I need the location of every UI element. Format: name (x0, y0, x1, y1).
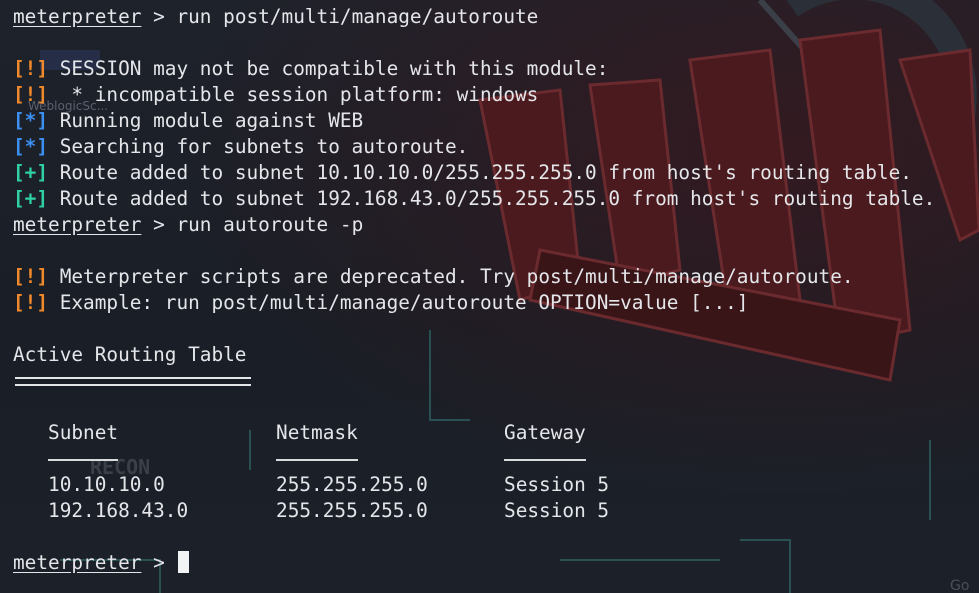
blank-line (13, 524, 935, 550)
info-message: [*] Searching for subnets to autoroute. (13, 134, 935, 160)
column-header: Netmask (276, 421, 358, 444)
good-message: [+] Route added to subnet 10.10.10.0/255… (13, 160, 935, 186)
prompt: meterpreter (13, 5, 142, 28)
column-underline-cell (276, 446, 504, 472)
terminal-window[interactable]: WeblogicSc... RECON Go meterpreter > run… (0, 0, 979, 593)
routing-table-title-underline (13, 368, 935, 394)
good-message: [+] Route added to subnet 192.168.43.0/2… (13, 186, 935, 212)
table-cell: 10.10.10.0 (48, 473, 165, 496)
command-line: meterpreter > run autoroute -p (13, 212, 935, 238)
blank-line (13, 30, 935, 56)
column-underline (48, 458, 119, 461)
double-underline (15, 377, 251, 386)
column-header: Gateway (504, 421, 586, 444)
routing-table-header: Subnet Netmask Gateway (13, 420, 935, 446)
good-tag: [+] (13, 187, 49, 210)
column-underline-cell (504, 446, 586, 472)
message-text: Searching for subnets to autoroute. (48, 135, 469, 158)
column-header: Subnet (48, 421, 119, 444)
warn-message: [!] SESSION may not be compatible with t… (13, 56, 935, 82)
message-text: Route added to subnet 10.10.10.0/255.255… (48, 161, 912, 184)
warn-tag: [!] (13, 57, 49, 80)
prompt-separator: > (141, 551, 177, 574)
table-cell: 255.255.255.0 (276, 499, 428, 522)
message-text: Route added to subnet 192.168.43.0/255.2… (48, 187, 936, 210)
routing-table-heading: Active Routing Table (13, 343, 247, 366)
warn-tag: [!] (13, 265, 49, 288)
warn-tag: [!] (13, 83, 49, 106)
routing-table-title: Active Routing Table (13, 342, 935, 368)
info-tag: [*] (13, 109, 49, 132)
command-text: run post/multi/manage/autoroute (176, 5, 539, 28)
table-cell: Session 5 (504, 499, 610, 522)
column-underline-cell (48, 446, 276, 472)
command-text: run autoroute -p (176, 213, 364, 236)
blank-line (13, 394, 935, 420)
text-cursor[interactable] (178, 551, 190, 573)
warn-message: [!] * incompatible session platform: win… (13, 82, 935, 108)
good-tag: [+] (13, 161, 49, 184)
table-row: 10.10.10.0 255.255.255.0 Session 5 (13, 472, 935, 498)
final-prompt-line: meterpreter > (13, 550, 935, 576)
blank-line (13, 238, 935, 264)
table-cell: 255.255.255.0 (276, 473, 428, 496)
terminal-output[interactable]: meterpreter > run post/multi/manage/auto… (13, 4, 935, 576)
warn-message: [!] Example: run post/multi/manage/autor… (13, 290, 935, 316)
message-text: Meterpreter scripts are deprecated. Try … (48, 265, 854, 288)
message-text: Running module against WEB (48, 109, 364, 132)
table-cell: 192.168.43.0 (48, 499, 189, 522)
prompt: meterpreter (13, 551, 142, 574)
table-cell: Session 5 (504, 473, 610, 496)
prompt-separator: > (141, 213, 177, 236)
info-message: [*] Running module against WEB (13, 108, 935, 134)
message-text: SESSION may not be compatible with this … (48, 57, 609, 80)
message-text: Example: run post/multi/manage/autoroute… (48, 291, 749, 314)
blank-line (13, 316, 935, 342)
info-tag: [*] (13, 135, 49, 158)
message-text: * incompatible session platform: windows (48, 83, 539, 106)
prompt-separator: > (141, 5, 177, 28)
wallpaper-label-go: Go (950, 578, 969, 593)
prompt: meterpreter (13, 213, 142, 236)
column-underline (504, 458, 586, 461)
table-row: 192.168.43.0 255.255.255.0 Session 5 (13, 498, 935, 524)
routing-table-header-underline (13, 446, 935, 472)
command-line: meterpreter > run post/multi/manage/auto… (13, 4, 935, 30)
column-underline (276, 458, 358, 461)
warn-message: [!] Meterpreter scripts are deprecated. … (13, 264, 935, 290)
warn-tag: [!] (13, 291, 49, 314)
